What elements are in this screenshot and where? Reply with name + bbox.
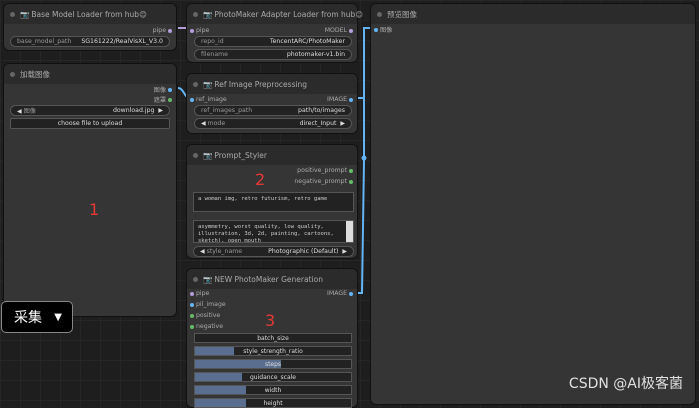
- negative-prompt-textarea[interactable]: asymmetry, worst quality, low quality, i…: [193, 220, 354, 243]
- image-select[interactable]: ◀ 图像 download.jpg ▶: [10, 105, 170, 116]
- param-height[interactable]: height: [194, 398, 352, 408]
- param-fill: [195, 373, 242, 381]
- node-title: Base Model Loader from hub😊: [31, 9, 147, 19]
- node-collapse-dot[interactable]: [10, 71, 15, 77]
- node-title: 加载图像: [20, 69, 50, 79]
- dropdown-arrow-icon: ▼: [54, 311, 62, 323]
- mode-select[interactable]: ◀ mode direct_Input ▶: [194, 118, 352, 129]
- node-collapse-dot[interactable]: [10, 11, 15, 17]
- input-pipe[interactable]: pipe: [190, 290, 209, 297]
- output-pipe[interactable]: pipe: [153, 27, 172, 34]
- param-fill: [195, 347, 234, 355]
- camera-icon: 📷: [203, 79, 213, 89]
- param-style-strength-ratio[interactable]: style_strength_ratio: [194, 346, 352, 356]
- adapter-loader-title-bar[interactable]: 📷 PhotoMaker Adapter Loader from hub😊: [187, 4, 363, 24]
- preview-image-title-bar[interactable]: 预览图像: [371, 4, 695, 24]
- arrow-right-icon[interactable]: ▶: [342, 248, 347, 255]
- arrow-left-icon[interactable]: ◀: [17, 108, 22, 115]
- output-image[interactable]: IMAGE: [327, 96, 353, 103]
- reroute-dot: [361, 155, 367, 161]
- generation-node[interactable]: 📷 NEW PhotoMaker Generation pipe pil_ima…: [186, 268, 358, 408]
- output-positive-prompt[interactable]: positive_prompt: [297, 167, 353, 174]
- input-positive[interactable]: positive: [190, 312, 220, 319]
- load-image-title-bar[interactable]: 加载图像: [4, 64, 176, 84]
- load-image-node[interactable]: 加载图像 图像 遮罩 ◀ 图像 download.jpg ▶ choose fi…: [3, 63, 177, 317]
- upload-button[interactable]: choose file to upload: [10, 118, 170, 129]
- node-title: PhotoMaker Adapter Loader from hub😊: [214, 9, 364, 19]
- camera-icon: 📷: [203, 9, 213, 19]
- output-image[interactable]: 图像: [154, 85, 172, 94]
- ref-image-title-bar[interactable]: 📷 Ref Image Preprocessing: [187, 74, 357, 94]
- output-mask[interactable]: 遮罩: [154, 95, 172, 104]
- input-pipe[interactable]: pipe: [190, 27, 209, 34]
- output-negative-prompt[interactable]: negative_prompt: [294, 178, 353, 185]
- param-guidance-scale[interactable]: guidance_scale: [194, 372, 352, 382]
- adapter-loader-node[interactable]: 📷 PhotoMaker Adapter Loader from hub😊 pi…: [186, 3, 363, 63]
- param-width[interactable]: width: [194, 385, 352, 395]
- base-model-path-field[interactable]: base_model_path SG161222/RealVisXL_V3.0: [10, 36, 170, 47]
- style-name-select[interactable]: ◀ style_name Photographic (Default) ▶: [193, 246, 354, 257]
- node-title: Ref Image Preprocessing: [214, 79, 308, 89]
- arrow-right-icon[interactable]: ▶: [340, 120, 345, 127]
- ref-images-path-field[interactable]: ref_images_path path/to/images: [194, 105, 352, 116]
- watermark: CSDN @AI极客菌: [568, 376, 683, 392]
- annotation-3: 3: [265, 311, 276, 330]
- camera-icon: 📷: [20, 9, 30, 19]
- param-fill: [195, 399, 247, 407]
- camera-icon: 📷: [203, 274, 213, 284]
- input-image[interactable]: 图像: [374, 25, 392, 34]
- arrow-left-icon[interactable]: ◀: [200, 248, 205, 255]
- collect-label: 采集: [14, 310, 42, 326]
- filename-field[interactable]: filename photomaker-v1.bin: [194, 49, 352, 60]
- output-image[interactable]: IMAGE: [327, 290, 353, 297]
- prompt-styler-title-bar[interactable]: 📷 Prompt_Styler: [187, 145, 357, 165]
- preview-image-node[interactable]: 预览图像 图像: [370, 3, 696, 405]
- param-batch-size[interactable]: batch_size: [194, 333, 352, 343]
- prompt-styler-node[interactable]: 📷 Prompt_Styler positive_prompt negative…: [186, 144, 358, 259]
- output-model[interactable]: MODEL: [325, 27, 353, 34]
- node-collapse-dot[interactable]: [193, 81, 198, 87]
- textarea-scrollbar[interactable]: [346, 221, 353, 242]
- input-pil-image[interactable]: pil_image: [190, 301, 226, 308]
- arrow-right-icon[interactable]: ▶: [158, 107, 163, 114]
- camera-icon: 📷: [203, 150, 213, 160]
- param-fill: [195, 386, 247, 394]
- generation-title-bar[interactable]: 📷 NEW PhotoMaker Generation: [187, 269, 357, 289]
- node-collapse-dot[interactable]: [193, 276, 198, 282]
- repo-id-field[interactable]: repo_id TencentARC/PhotoMaker: [194, 36, 352, 47]
- node-title: Prompt_Styler: [214, 150, 267, 160]
- input-negative[interactable]: negative: [190, 323, 223, 330]
- collect-dropdown[interactable]: 采集 ▼: [1, 301, 73, 333]
- param-steps[interactable]: steps: [194, 359, 352, 369]
- base-model-loader-title-bar[interactable]: 📷 Base Model Loader from hub😊: [4, 4, 176, 24]
- positive-prompt-textarea[interactable]: a woman img, retro futurism, retro game: [193, 192, 354, 212]
- annotation-2: 2: [255, 170, 266, 189]
- node-collapse-dot[interactable]: [377, 11, 382, 17]
- base-model-loader-node[interactable]: 📷 Base Model Loader from hub😊 pipe base_…: [3, 3, 177, 51]
- input-ref-image[interactable]: ref_image: [190, 96, 227, 103]
- node-collapse-dot[interactable]: [193, 11, 198, 17]
- node-collapse-dot[interactable]: [193, 152, 198, 158]
- ref-image-node[interactable]: 📷 Ref Image Preprocessing ref_image IMAG…: [186, 73, 358, 134]
- annotation-1: 1: [89, 200, 100, 219]
- node-title: NEW PhotoMaker Generation: [214, 274, 323, 284]
- arrow-left-icon[interactable]: ◀: [201, 120, 206, 127]
- node-title: 预览图像: [387, 9, 417, 19]
